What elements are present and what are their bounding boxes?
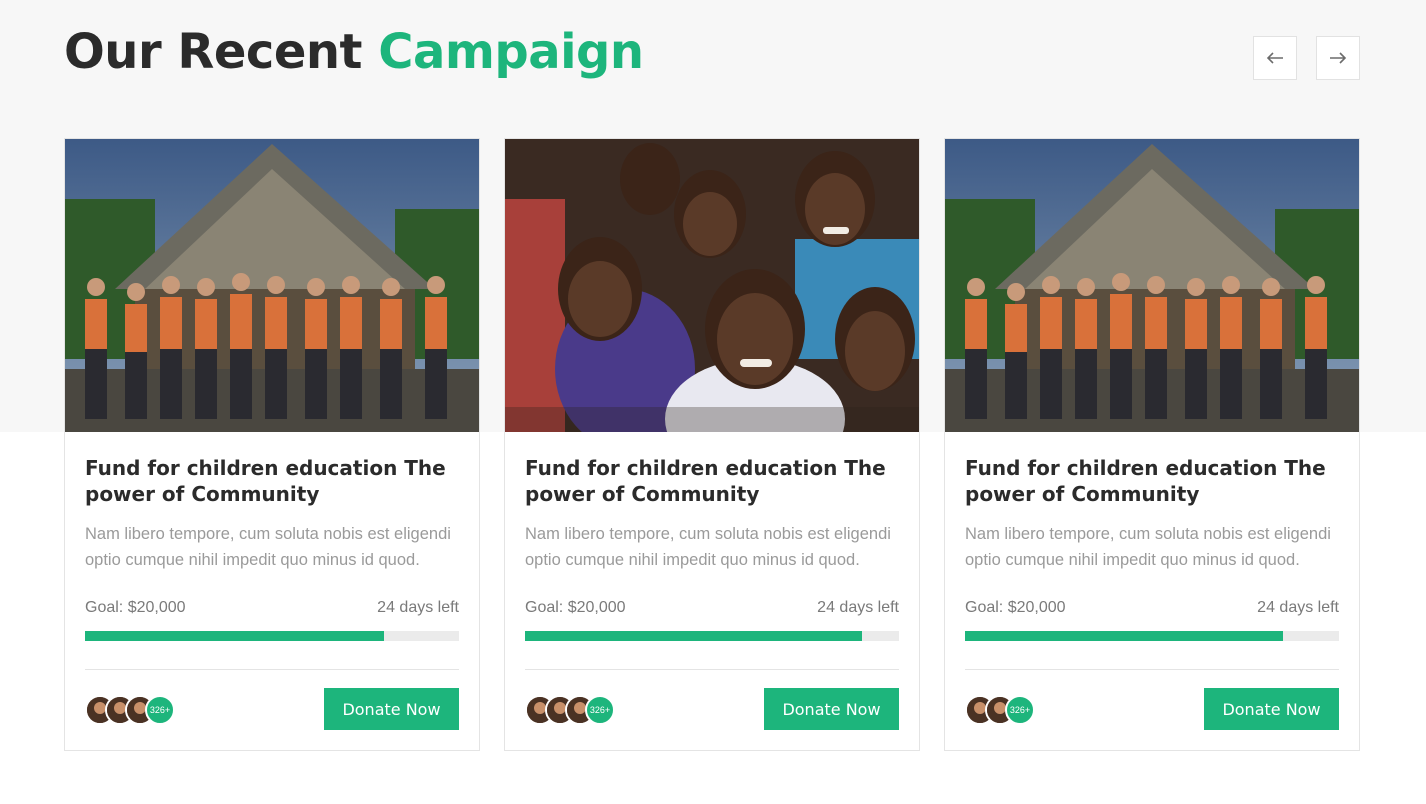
progress-bar: [965, 631, 1339, 641]
days-left: 24 days left: [1257, 599, 1339, 616]
donate-button[interactable]: Donate Now: [764, 688, 899, 730]
divider: [965, 669, 1339, 670]
donor-avatars: 326+: [965, 695, 1085, 725]
goal-row: Goal: $20,000 24 days left: [525, 599, 899, 621]
campaign-description: Nam libero tempore, cum soluta nobis est…: [965, 525, 1331, 569]
campaign-description: Nam libero tempore, cum soluta nobis est…: [525, 525, 891, 569]
campaign-image[interactable]: [945, 139, 1359, 432]
goal-row: Goal: $20,000 24 days left: [965, 599, 1339, 621]
divider: [85, 669, 459, 670]
donor-avatars: 326+: [85, 695, 205, 725]
progress-fill: [525, 631, 862, 641]
campaign-card: Fund for children education The power of…: [944, 138, 1360, 751]
campaign-image[interactable]: [505, 139, 919, 432]
goal-row: Goal: $20,000 24 days left: [85, 599, 459, 621]
campaign-title[interactable]: Fund for children education The power of…: [85, 455, 459, 507]
campaign-title[interactable]: Fund for children education The power of…: [965, 455, 1339, 507]
progress-bar: [525, 631, 899, 641]
title-main: Our Recent: [64, 24, 363, 80]
prev-button[interactable]: [1253, 36, 1297, 80]
days-left: 24 days left: [377, 599, 459, 616]
divider: [525, 669, 899, 670]
goal-amount: Goal: $20,000: [965, 599, 1066, 616]
progress-bar: [85, 631, 459, 641]
arrow-left-icon: [1266, 52, 1283, 64]
progress-fill: [965, 631, 1283, 641]
campaign-card: Fund for children education The power of…: [504, 138, 920, 751]
section-header: Our Recent Campaign: [64, 22, 1360, 82]
campaign-card: Fund for children education The power of…: [64, 138, 480, 751]
donate-button[interactable]: Donate Now: [324, 688, 459, 730]
donate-button[interactable]: Donate Now: [1204, 688, 1339, 730]
donor-avatars: 326+: [525, 695, 645, 725]
campaign-image[interactable]: [65, 139, 479, 432]
goal-amount: Goal: $20,000: [85, 599, 186, 616]
donor-count-badge: 326+: [585, 695, 615, 725]
next-button[interactable]: [1316, 36, 1360, 80]
campaign-title[interactable]: Fund for children education The power of…: [525, 455, 899, 507]
title-accent: Campaign: [378, 24, 644, 80]
goal-amount: Goal: $20,000: [525, 599, 626, 616]
arrow-right-icon: [1330, 52, 1347, 64]
campaign-description: Nam libero tempore, cum soluta nobis est…: [85, 525, 451, 569]
section-title: Our Recent Campaign: [64, 22, 1360, 82]
progress-fill: [85, 631, 385, 641]
donor-count-badge: 326+: [145, 695, 175, 725]
donor-count-badge: 326+: [1005, 695, 1035, 725]
days-left: 24 days left: [817, 599, 899, 616]
